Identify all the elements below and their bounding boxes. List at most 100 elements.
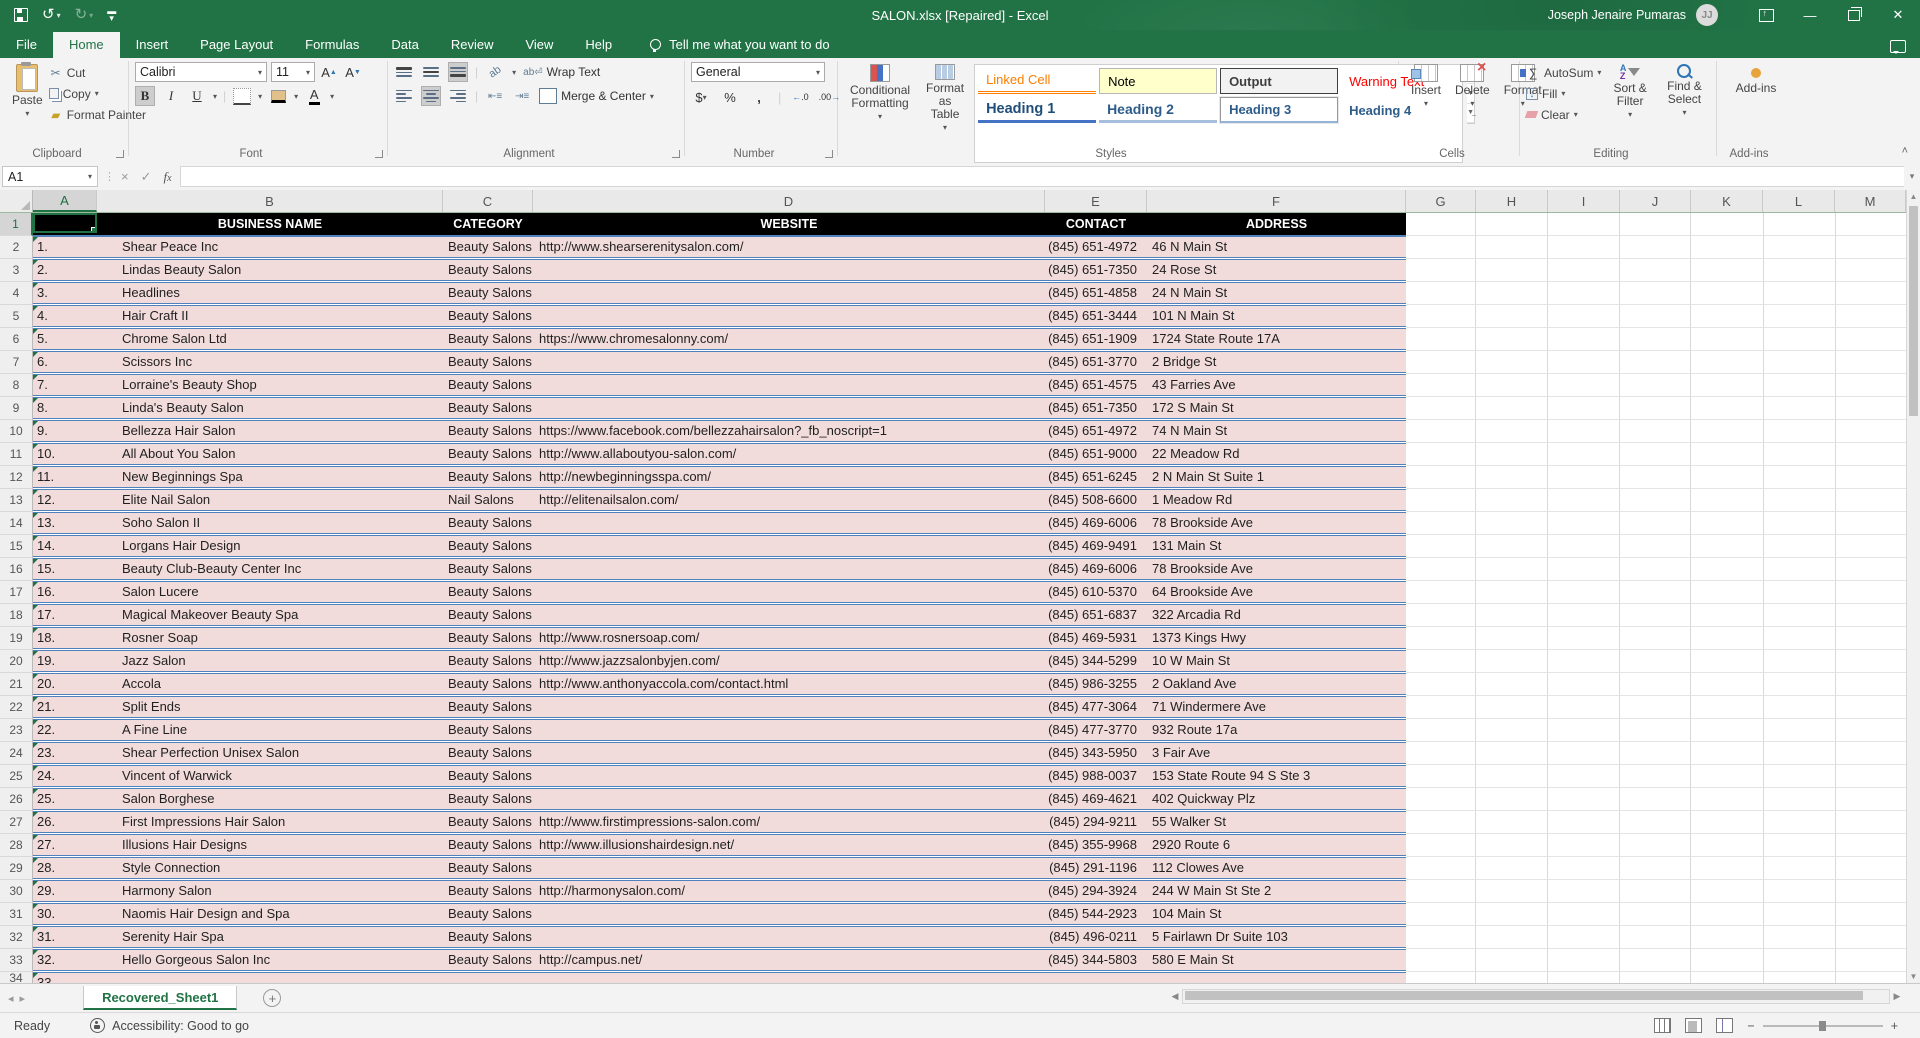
row-number[interactable]: 16 bbox=[0, 558, 33, 581]
cell-business-name[interactable]: First Impressions Hair Salon bbox=[97, 812, 443, 832]
collapse-ribbon-button[interactable]: ˄ bbox=[1902, 145, 1908, 157]
clipboard-dialog-launcher[interactable] bbox=[116, 150, 124, 158]
cell-website[interactable]: http://www.allaboutyou-salon.com/ bbox=[533, 444, 1045, 464]
column-header-I[interactable]: I bbox=[1548, 190, 1620, 212]
style-heading-2[interactable]: Heading 2 bbox=[1099, 97, 1218, 123]
cell-index[interactable]: 13. bbox=[33, 513, 97, 533]
cell-address[interactable]: 2 Oakland Ave bbox=[1147, 674, 1406, 694]
scroll-left-arrow[interactable]: ◀ bbox=[1168, 991, 1182, 1002]
zoom-out-button[interactable]: − bbox=[1747, 1019, 1754, 1033]
page-break-view-button[interactable] bbox=[1716, 1018, 1734, 1033]
row-number[interactable]: 17 bbox=[0, 581, 33, 604]
expand-formula-bar-icon[interactable]: ▾ bbox=[1904, 171, 1920, 182]
cell-contact[interactable]: (845) 544-2923 bbox=[1045, 904, 1147, 924]
cell-category[interactable]: Beauty Salons bbox=[443, 329, 533, 349]
cell-contact[interactable]: (845) 986-3255 bbox=[1045, 674, 1147, 694]
cell-website[interactable] bbox=[533, 260, 1045, 280]
cell-category[interactable]: Beauty Salons bbox=[443, 881, 533, 901]
column-header-G[interactable]: G bbox=[1406, 190, 1476, 212]
empty-cells[interactable] bbox=[1406, 880, 1906, 903]
cell-index[interactable]: 10. bbox=[33, 444, 97, 464]
cell-contact[interactable]: (845) 469-5931 bbox=[1045, 628, 1147, 648]
column-header-L[interactable]: L bbox=[1763, 190, 1835, 212]
horizontal-scroll-thumb[interactable] bbox=[1185, 991, 1863, 1000]
cell-website[interactable] bbox=[533, 720, 1045, 740]
cell-website[interactable] bbox=[533, 582, 1045, 602]
cell-website[interactable] bbox=[533, 743, 1045, 763]
cell-contact[interactable]: (845) 469-4621 bbox=[1045, 789, 1147, 809]
insert-function-icon[interactable]: fx bbox=[164, 169, 172, 185]
new-sheet-button[interactable]: + bbox=[263, 989, 282, 1007]
cell-website[interactable]: http://campus.net/ bbox=[533, 950, 1045, 970]
cell-address[interactable]: 153 State Route 94 S Ste 3 bbox=[1147, 766, 1406, 786]
cell-index[interactable]: 29. bbox=[33, 881, 97, 901]
row-number[interactable]: 13 bbox=[0, 489, 33, 512]
row-number[interactable]: 28 bbox=[0, 834, 33, 857]
cell-business-name[interactable]: Salon Borghese bbox=[97, 789, 443, 809]
comma-button[interactable]: , bbox=[749, 87, 769, 107]
bold-button[interactable]: B bbox=[135, 86, 155, 106]
cell-business-name[interactable]: Scissors Inc bbox=[97, 352, 443, 372]
cell-category[interactable]: Beauty Salons bbox=[443, 375, 533, 395]
cell-address[interactable]: 3 Fair Ave bbox=[1147, 743, 1406, 763]
row-number[interactable]: 9 bbox=[0, 397, 33, 420]
horizontal-scrollbar[interactable]: ◀ ▶ bbox=[1168, 988, 1904, 1005]
cell-contact[interactable]: (845) 294-3924 bbox=[1045, 881, 1147, 901]
cell-website[interactable]: https://www.facebook.com/bellezzahairsal… bbox=[533, 421, 1045, 441]
cell-contact[interactable]: (845) 651-4972 bbox=[1045, 421, 1147, 441]
cell-contact[interactable]: (845) 469-6006 bbox=[1045, 513, 1147, 533]
cell-index[interactable]: 8. bbox=[33, 398, 97, 418]
cell-address[interactable] bbox=[1147, 973, 1406, 983]
cell-business-name[interactable]: Lorgans Hair Design bbox=[97, 536, 443, 556]
row-number[interactable]: 12 bbox=[0, 466, 33, 489]
center-button[interactable] bbox=[421, 86, 441, 106]
bottom-align-button[interactable] bbox=[448, 62, 468, 82]
cell-website[interactable]: http://harmonysalon.com/ bbox=[533, 881, 1045, 901]
row-number[interactable]: 2 bbox=[0, 236, 33, 259]
cell-category[interactable]: Beauty Salons bbox=[443, 835, 533, 855]
cell-address[interactable]: 5 Fairlawn Dr Suite 103 bbox=[1147, 927, 1406, 947]
row-number[interactable]: 18 bbox=[0, 604, 33, 627]
cell-address[interactable]: 932 Route 17a bbox=[1147, 720, 1406, 740]
empty-cells[interactable] bbox=[1406, 696, 1906, 719]
column-header-K[interactable]: K bbox=[1691, 190, 1763, 212]
cell-business-name[interactable]: A Fine Line bbox=[97, 720, 443, 740]
autosum-button[interactable]: ∑ AutoSum ▾ bbox=[1526, 62, 1602, 83]
cell-contact[interactable]: (845) 343-5950 bbox=[1045, 743, 1147, 763]
user-name[interactable]: Joseph Jenaire Pumaras bbox=[1548, 8, 1686, 22]
cell-address[interactable]: 43 Farries Ave bbox=[1147, 375, 1406, 395]
clear-button[interactable]: Clear ▾ bbox=[1524, 104, 1601, 125]
cell-address[interactable]: 78 Brookside Ave bbox=[1147, 513, 1406, 533]
cell-contact[interactable]: (845) 477-3770 bbox=[1045, 720, 1147, 740]
row-number[interactable]: 6 bbox=[0, 328, 33, 351]
cell-index[interactable]: 11. bbox=[33, 467, 97, 487]
tab-insert[interactable]: Insert bbox=[120, 32, 185, 58]
column-header-F[interactable]: F bbox=[1147, 190, 1406, 212]
empty-cells[interactable] bbox=[1406, 788, 1906, 811]
cell-address[interactable]: 2 Bridge St bbox=[1147, 352, 1406, 372]
redo-button[interactable]: ↻ ▾ bbox=[75, 7, 94, 22]
empty-cells[interactable] bbox=[1406, 834, 1906, 857]
cell-business-name[interactable]: Bellezza Hair Salon bbox=[97, 421, 443, 441]
cell-category[interactable]: Beauty Salons bbox=[443, 260, 533, 280]
cell-index[interactable]: 1. bbox=[33, 237, 97, 257]
empty-cells[interactable] bbox=[1406, 972, 1906, 983]
header-address[interactable]: ADDRESS bbox=[1147, 213, 1406, 233]
user-avatar[interactable]: JJ bbox=[1696, 4, 1718, 26]
row-number[interactable]: 1 bbox=[0, 213, 33, 236]
row-number[interactable]: 4 bbox=[0, 282, 33, 305]
cell-index[interactable]: 33. bbox=[33, 973, 97, 983]
cell-website[interactable]: http://www.illusionshairdesign.net/ bbox=[533, 835, 1045, 855]
cell-contact[interactable]: (845) 344-5299 bbox=[1045, 651, 1147, 671]
cell-index[interactable]: 3. bbox=[33, 283, 97, 303]
cell-index[interactable]: 23. bbox=[33, 743, 97, 763]
restore-button[interactable] bbox=[1832, 0, 1876, 30]
cell-contact[interactable]: (845) 651-1909 bbox=[1045, 329, 1147, 349]
cell-website[interactable] bbox=[533, 973, 1045, 983]
cell-website[interactable] bbox=[533, 306, 1045, 326]
cell-website[interactable]: http://www.jazzsalonbyjen.com/ bbox=[533, 651, 1045, 671]
row-number[interactable]: 24 bbox=[0, 742, 33, 765]
ribbon-display-options-button[interactable] bbox=[1744, 0, 1788, 30]
name-box[interactable]: A1 ▾ bbox=[2, 166, 98, 187]
cell-website[interactable] bbox=[533, 927, 1045, 947]
